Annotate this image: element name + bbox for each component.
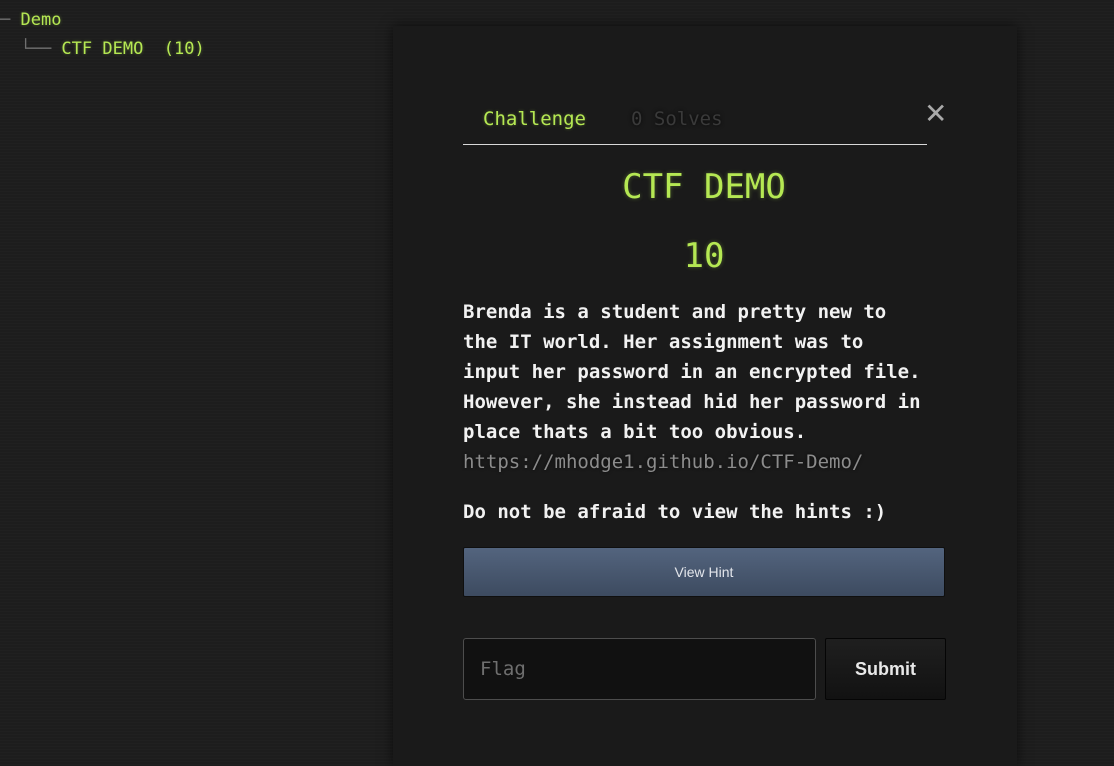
- submit-button[interactable]: Submit: [825, 638, 946, 700]
- hint-note: Do not be afraid to view the hints :): [463, 501, 887, 523]
- description-line: the IT world. Her assignment was to: [463, 331, 864, 353]
- tab-solves[interactable]: 0 Solves: [631, 108, 723, 130]
- description-link[interactable]: https://mhodge1.github.io/CTF-Demo/: [463, 451, 863, 473]
- tree-connector: └──: [0, 39, 62, 59]
- flag-input[interactable]: [463, 638, 816, 700]
- tree-category-demo[interactable]: Demo: [20, 10, 61, 30]
- tree-challenge-ctf-demo[interactable]: CTF DEMO (10): [61, 39, 204, 59]
- tree-category-row[interactable]: ─ Demo: [0, 6, 205, 35]
- tree-connector: ─: [0, 10, 21, 30]
- view-hint-button[interactable]: View Hint: [463, 547, 945, 597]
- challenge-title: CTF DEMO: [622, 167, 786, 207]
- description-line: However, she instead hid her password in: [463, 391, 921, 413]
- description-line: place thats a bit too obvious.: [463, 421, 807, 443]
- description-line: Brenda is a student and pretty new to: [463, 301, 887, 323]
- challenge-tree: ─ Demo └── CTF DEMO (10): [0, 6, 205, 64]
- challenge-points: 10: [683, 236, 725, 276]
- description-line: input her password in an encrypted file.: [463, 361, 921, 383]
- challenge-description: Brenda is a student and pretty new to th…: [463, 297, 953, 477]
- modal-content: Challenge 0 Solves CTF DEMO 10 Brenda is…: [463, 104, 946, 700]
- flag-submission-row: Submit: [463, 638, 946, 700]
- challenge-modal: ✕ Challenge 0 Solves CTF DEMO 10 Brenda …: [393, 26, 1017, 766]
- modal-tabs: Challenge 0 Solves: [463, 104, 927, 145]
- tree-challenge-row[interactable]: └── CTF DEMO (10): [0, 35, 204, 64]
- tab-challenge[interactable]: Challenge: [483, 108, 586, 130]
